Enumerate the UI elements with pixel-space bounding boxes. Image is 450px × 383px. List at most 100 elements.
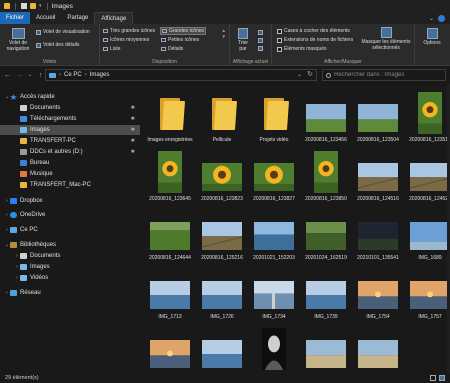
tab-fichier[interactable]: Fichier <box>0 12 31 24</box>
preview-pane-label: Volet de visualisation <box>43 29 90 35</box>
properties-icon[interactable] <box>21 3 27 9</box>
file-item[interactable]: 20200816_123456 <box>300 90 352 150</box>
tab-accueil[interactable]: Accueil <box>30 12 61 24</box>
folder-icon <box>4 3 10 9</box>
file-item[interactable]: 20201021_152203 <box>248 208 300 268</box>
file-item[interactable]: 20200816_123850 <box>300 149 352 209</box>
file-item[interactable]: IMG_1739 <box>300 267 352 327</box>
chevron-down-icon[interactable]: ⌄ <box>429 15 434 22</box>
sidebar-item[interactable]: TRANSFERT-PC ✱ <box>0 136 140 146</box>
sidebar-item[interactable]: Images ✱ <box>0 125 140 135</box>
folder-item[interactable]: Pellicule <box>196 90 248 150</box>
sidebar-item[interactable]: Documents ✱ <box>0 103 140 113</box>
sidebar-item[interactable]: › Dropbox <box>0 196 140 206</box>
sidebar-item[interactable]: › Ce PC <box>0 225 140 235</box>
file-item[interactable]: 20200816_123504 <box>352 90 404 150</box>
chevron-right-icon[interactable]: › <box>85 72 87 78</box>
back-arrow-icon[interactable]: ← <box>3 71 12 80</box>
fit-columns-icon[interactable] <box>258 46 263 51</box>
file-item[interactable]: 20210101_135541 <box>352 208 404 268</box>
large-icons-view-icon[interactable] <box>439 375 445 381</box>
chevron-right-icon[interactable]: › <box>59 72 61 78</box>
photo-thumbnail <box>306 281 346 309</box>
layout-medium-icons[interactable]: Icônes moyennes <box>102 36 150 44</box>
chevron-down-icon[interactable]: ▾ <box>39 3 42 9</box>
file-item[interactable]: 20200816_123645 <box>144 149 196 209</box>
sidebar-item[interactable]: Musique <box>0 169 140 179</box>
sidebar-item[interactable]: › Vidéos <box>0 273 140 283</box>
checkbox-extensions[interactable]: Extensions de noms de fichiers <box>277 37 353 43</box>
file-item[interactable]: 20200816_125216 <box>196 208 248 268</box>
file-name: IMG_1739 <box>314 314 338 320</box>
add-columns-icon[interactable] <box>258 38 263 43</box>
file-item[interactable]: 20201024_162519 <box>300 208 352 268</box>
tab-partage[interactable]: Partage <box>61 12 94 24</box>
file-item[interactable]: IMG_1713 <box>144 267 196 327</box>
file-item[interactable]: 20200816_123823 <box>196 149 248 209</box>
layout-large-icons[interactable]: Grandes icônes <box>160 27 207 35</box>
file-item[interactable]: 20200816_124516 <box>352 149 404 209</box>
sidebar-item[interactable]: › Images <box>0 262 140 272</box>
checkbox[interactable] <box>277 37 282 43</box>
file-name: 20210101_135541 <box>357 255 399 261</box>
folder-item[interactable]: Projets vidéo <box>248 90 300 150</box>
checkbox-hidden-items[interactable]: Éléments masqués <box>277 46 327 52</box>
sidebar-item[interactable]: › OneDrive <box>0 210 140 220</box>
file-item[interactable]: IMG_1689 <box>404 208 450 268</box>
nav-pane-button[interactable]: Volet de navigation <box>3 28 33 52</box>
file-item[interactable]: 20200816_123827 <box>248 149 300 209</box>
tab-affichage[interactable]: Affichage <box>94 12 134 24</box>
folder-item[interactable]: Images enregistrées <box>144 90 196 150</box>
search-box[interactable] <box>322 69 446 81</box>
sidebar-item[interactable]: Bureau <box>0 158 140 168</box>
up-arrow-icon[interactable]: ↑ <box>36 71 45 80</box>
details-pane-button[interactable]: Volet des détails <box>36 42 79 48</box>
breadcrumb-images[interactable]: Images <box>90 72 110 78</box>
preview-pane-button[interactable]: Volet de visualisation <box>36 29 90 35</box>
help-icon[interactable] <box>438 14 445 22</box>
layout-list[interactable]: Liste <box>102 45 122 53</box>
sidebar-item[interactable]: › Documents <box>0 251 140 261</box>
layout-label: Icônes moyennes <box>110 37 150 43</box>
file-item[interactable]: 20200816_124644 <box>144 208 196 268</box>
details-view-icon[interactable] <box>430 375 436 381</box>
sidebar-item[interactable]: › Réseau <box>0 288 140 298</box>
hide-selected-button[interactable]: Masquer les éléments sélectionnés <box>360 27 412 51</box>
sort-by-button[interactable]: Trier par <box>234 28 252 52</box>
file-item[interactable]: IMG_1726 <box>196 267 248 327</box>
file-item[interactable]: 20200816_124528 <box>404 149 450 209</box>
layout-scroll-icon[interactable]: ▴ ▾ <box>222 28 225 40</box>
photo-thumbnail <box>358 104 398 132</box>
file-item[interactable]: IMG_1754 <box>352 267 404 327</box>
chevron-down-icon[interactable]: ⌄ <box>297 70 302 80</box>
refresh-icon[interactable]: ↻ <box>307 70 313 80</box>
checkbox-item-checkboxes[interactable]: Cases à cocher des éléments <box>277 28 350 34</box>
sidebar-item[interactable]: TRANSFERT_Mac-PC <box>0 180 140 190</box>
ribbon-group-options: Options <box>415 24 450 66</box>
sidebar-item[interactable]: ⌄ Bibliothèques <box>0 240 140 250</box>
new-folder-icon[interactable] <box>30 3 36 9</box>
layout-label: Petites icônes <box>168 37 200 43</box>
address-box[interactable]: › Ce PC › Images ⌄ ↻ <box>45 69 317 81</box>
layout-extra-large-icons[interactable]: Très grandes icônes <box>102 27 156 35</box>
file-item[interactable]: IMG_1734 <box>248 267 300 327</box>
sidebar-item[interactable]: DDCs et autres (D:) ✱ <box>0 147 140 157</box>
group-by-icon[interactable] <box>258 30 263 35</box>
folder-front <box>213 101 238 130</box>
checkbox[interactable] <box>277 28 282 34</box>
search-input[interactable] <box>334 72 444 78</box>
breadcrumb-ce-pc[interactable]: Ce PC <box>64 72 82 78</box>
sidebar-item[interactable]: Téléchargements ✱ <box>0 114 140 124</box>
options-button[interactable]: Options <box>419 28 445 46</box>
layout-label: Très grandes icônes <box>110 28 156 34</box>
forward-arrow-icon[interactable]: → <box>15 71 24 80</box>
layout-small-icons[interactable]: Petites icônes <box>160 36 200 44</box>
layout-details[interactable]: Détails <box>160 45 184 53</box>
sidebar-item[interactable]: ⌄ Accès rapide <box>0 92 140 102</box>
file-item[interactable]: IMG_1757 <box>404 267 450 327</box>
file-item[interactable]: 20200816_123516 <box>404 90 450 150</box>
recent-chevron-icon[interactable]: ⌄ <box>27 71 33 80</box>
expand-chevron-icon[interactable]: ⌄ <box>4 94 10 100</box>
pc-icon <box>10 227 17 233</box>
checkbox[interactable] <box>277 46 282 52</box>
